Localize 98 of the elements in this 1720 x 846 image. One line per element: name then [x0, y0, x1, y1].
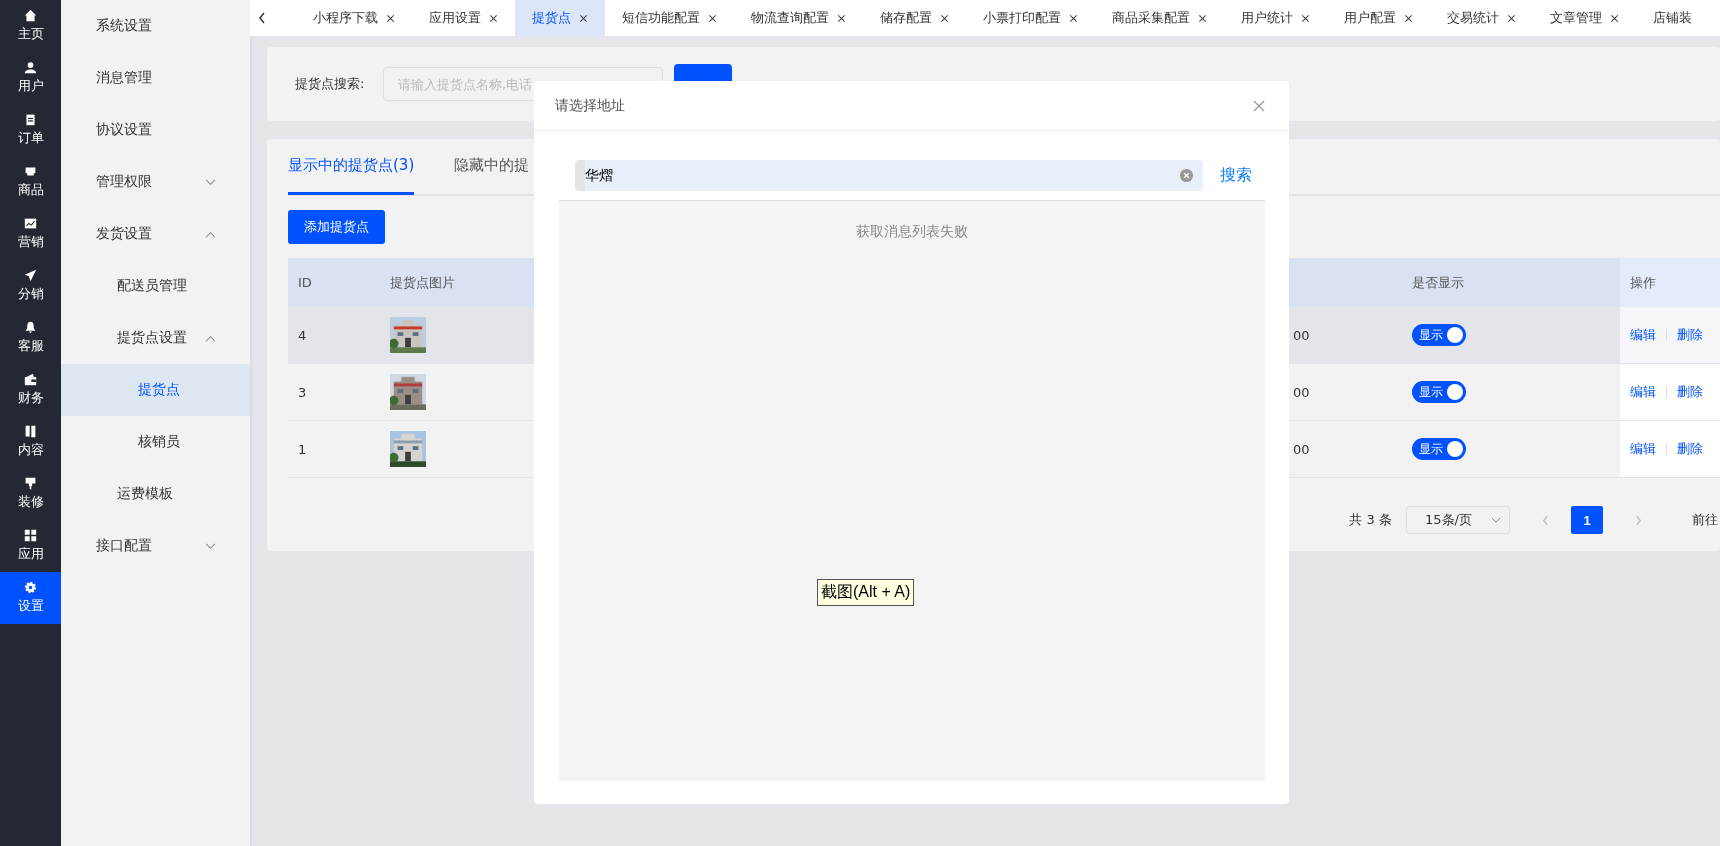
nav-rail-item[interactable]: 客服: [0, 312, 61, 364]
add-button[interactable]: 添加提货点: [288, 210, 385, 244]
nav-rail-item[interactable]: 内容: [0, 416, 61, 468]
sidebar-item[interactable]: 系统设置: [61, 0, 250, 52]
action-link[interactable]: 删除: [1677, 440, 1703, 458]
nav-rail-item[interactable]: 装修: [0, 468, 61, 520]
close-icon[interactable]: [940, 13, 949, 23]
total-count: 共 3 条: [1349, 511, 1392, 529]
user-icon: [24, 61, 37, 74]
action-link[interactable]: 编辑: [1630, 326, 1656, 344]
chart-icon: [24, 217, 37, 230]
close-icon[interactable]: [1198, 13, 1207, 23]
page-tab[interactable]: 物流查询配置: [734, 0, 863, 36]
close-icon[interactable]: [386, 13, 395, 23]
column-header: 提货点图片: [390, 273, 455, 292]
clipboard-icon: [24, 113, 37, 126]
sidebar-item[interactable]: 管理权限: [61, 156, 250, 208]
page-button[interactable]: 1: [1571, 506, 1603, 534]
table-cell: 00: [1293, 384, 1310, 400]
action-link[interactable]: 删除: [1677, 383, 1703, 401]
sidebar-item[interactable]: 提货点: [61, 364, 250, 416]
book-icon: [24, 425, 37, 438]
nav-rail-item[interactable]: 主页: [0, 0, 61, 52]
caret-icon: [205, 542, 216, 550]
page-tab[interactable]: 用户配置: [1327, 0, 1430, 36]
close-icon[interactable]: [708, 13, 717, 23]
close-icon[interactable]: [1301, 13, 1310, 23]
page-tab[interactable]: 店铺装: [1636, 0, 1709, 36]
table-cell: 00: [1293, 441, 1310, 457]
column-header: 是否显示: [1412, 273, 1464, 292]
address-search-field[interactable]: 华熠: [575, 160, 1203, 191]
close-icon[interactable]: [1404, 13, 1413, 23]
plane-icon: [24, 269, 37, 282]
grid-icon: [24, 529, 37, 542]
page-tab[interactable]: 文章管理: [1533, 0, 1636, 36]
nav-rail-item[interactable]: 应用: [0, 520, 61, 572]
nav-rail-item[interactable]: 商品: [0, 156, 61, 208]
close-icon[interactable]: [579, 13, 588, 23]
page-tab[interactable]: 小程序下载: [296, 0, 412, 36]
home-icon: [24, 9, 37, 22]
error-message: 获取消息列表失败: [855, 223, 969, 241]
wallet-icon: [24, 373, 37, 386]
close-icon[interactable]: [837, 13, 846, 23]
nav-rail-item[interactable]: 订单: [0, 104, 61, 156]
page-tab[interactable]: 提货点: [515, 0, 605, 36]
sidebar-item[interactable]: 接口配置: [61, 520, 250, 572]
page-size-select[interactable]: 15条/页: [1406, 506, 1510, 534]
close-icon[interactable]: [1069, 13, 1078, 23]
table-cell: 3: [298, 384, 307, 400]
goto-label: 前往: [1692, 511, 1718, 529]
brush-icon: [24, 477, 37, 490]
nav-rail-item[interactable]: 用户: [0, 52, 61, 104]
sidebar-item[interactable]: 协议设置: [61, 104, 250, 156]
close-icon[interactable]: [1507, 13, 1516, 23]
toggle-switch[interactable]: 显示: [1412, 438, 1466, 460]
nav-rail-item[interactable]: 营销: [0, 208, 61, 260]
caret-icon: [205, 334, 216, 342]
sidebar-item[interactable]: 运费模板: [61, 468, 250, 520]
page-tab[interactable]: 交易统计: [1430, 0, 1533, 36]
bell-icon: [24, 321, 37, 334]
scroll-left-icon[interactable]: [258, 12, 266, 24]
search-link[interactable]: 搜索: [1220, 165, 1252, 186]
shop-icon: [24, 165, 37, 178]
caret-icon: [205, 178, 216, 186]
page-tab[interactable]: 储存配置: [863, 0, 966, 36]
caret-icon: [205, 230, 216, 238]
page-tab[interactable]: 短信功能配置: [605, 0, 734, 36]
table-cell: 1: [298, 441, 307, 457]
nav-rail-item[interactable]: 分销: [0, 260, 61, 312]
search-label: 提货点搜索:: [295, 75, 366, 93]
list-tab[interactable]: 显示中的提货点(3): [288, 139, 415, 195]
table-cell: 00: [1293, 327, 1310, 343]
tooltip: 截图(Alt + A): [817, 579, 915, 606]
gear-icon: [24, 581, 37, 594]
toggle-switch[interactable]: 显示: [1412, 324, 1466, 346]
page-tab[interactable]: 小票打印配置: [966, 0, 1095, 36]
page-tab[interactable]: 应用设置: [412, 0, 515, 36]
close-icon[interactable]: [1610, 13, 1619, 23]
caret-icon: [1491, 516, 1501, 524]
action-link[interactable]: 编辑: [1630, 440, 1656, 458]
clear-icon[interactable]: [1179, 168, 1194, 183]
sidebar-item[interactable]: 核销员: [61, 416, 250, 468]
sidebar-item[interactable]: 配送员管理: [61, 260, 250, 312]
action-link[interactable]: 编辑: [1630, 383, 1656, 401]
nav-rail-item[interactable]: 设置: [0, 572, 61, 624]
column-header: 操作: [1630, 273, 1656, 292]
sidebar-item[interactable]: 发货设置: [61, 208, 250, 260]
list-tab[interactable]: 隐藏中的提: [454, 139, 530, 195]
column-header: ID: [298, 275, 312, 290]
action-link[interactable]: 删除: [1677, 326, 1703, 344]
sidebar-item[interactable]: 提货点设置: [61, 312, 250, 364]
page-tab[interactable]: 商品采集配置: [1095, 0, 1224, 36]
nav-rail-item[interactable]: 财务: [0, 364, 61, 416]
page-tab[interactable]: 用户统计: [1224, 0, 1327, 36]
close-icon[interactable]: [489, 13, 498, 23]
sidebar-item[interactable]: 消息管理: [61, 52, 250, 104]
toggle-switch[interactable]: 显示: [1412, 381, 1466, 403]
table-cell: 4: [298, 327, 307, 343]
